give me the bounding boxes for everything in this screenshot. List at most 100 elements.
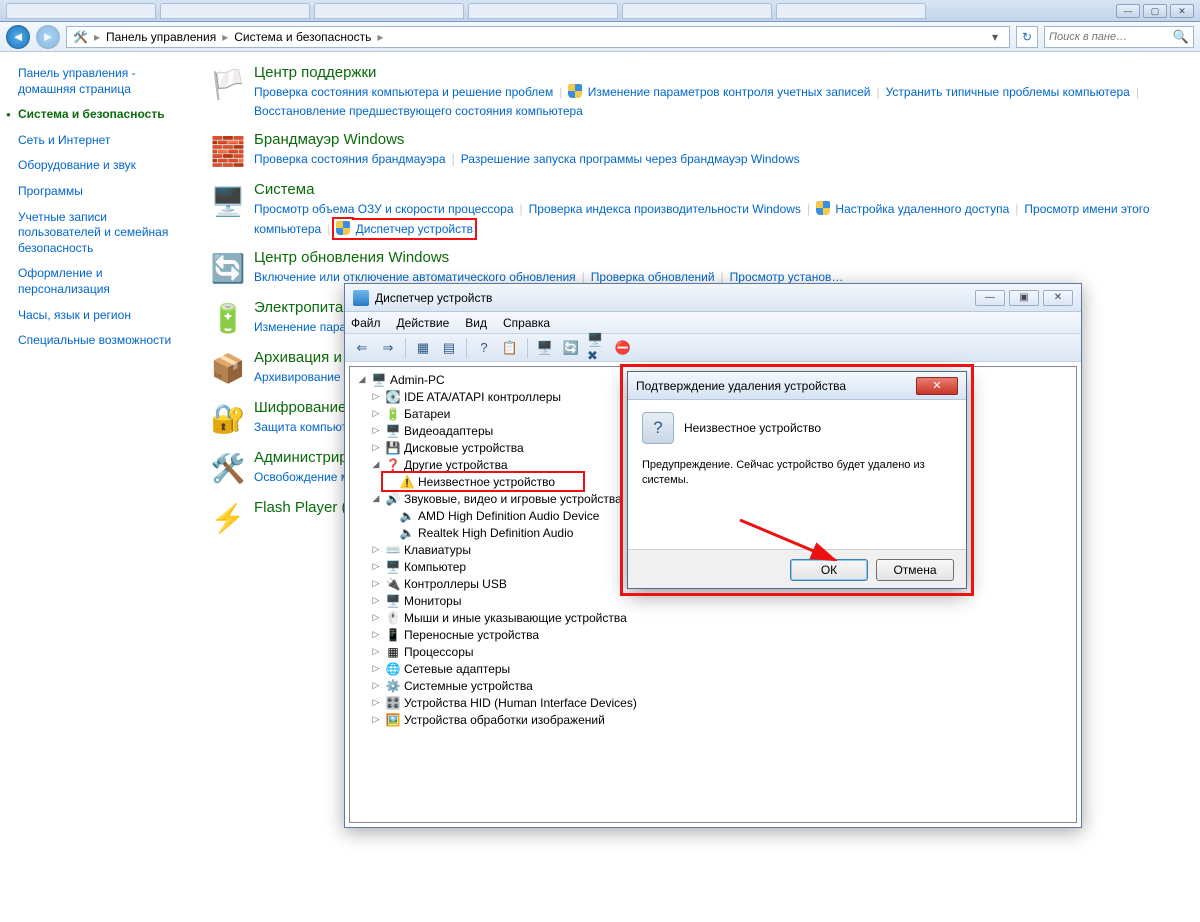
tree-toggle-icon[interactable]: ▷ — [370, 391, 382, 402]
tree-toggle-icon[interactable]: ▷ — [370, 680, 382, 691]
confirm-close-button[interactable]: ✕ — [916, 377, 958, 395]
tb-back-icon[interactable]: ⇐ — [351, 337, 373, 359]
browser-tab[interactable] — [468, 3, 618, 19]
tree-toggle-icon[interactable]: ◢ — [370, 459, 382, 470]
tb-details-icon[interactable]: ▤ — [438, 337, 460, 359]
window-close-button[interactable]: ✕ — [1170, 4, 1194, 18]
tree-toggle-icon[interactable]: ▷ — [370, 578, 382, 589]
device-icon: 🔈 — [399, 508, 415, 524]
sidebar-item[interactable]: Программы — [18, 184, 190, 200]
tb-help-icon[interactable]: ? — [473, 337, 495, 359]
sidebar-item[interactable]: Система и безопасность — [18, 107, 190, 123]
tree-toggle-icon[interactable]: ▷ — [370, 697, 382, 708]
category-icon: 🧱 — [208, 131, 248, 171]
tb-properties-icon[interactable]: 📋 — [499, 337, 521, 359]
tree-toggle-icon[interactable]: ▷ — [370, 595, 382, 606]
category-title[interactable]: Центр обновления Windows — [254, 249, 1192, 266]
category-link[interactable]: Устранить типичные проблемы компьютера — [886, 85, 1130, 99]
tree-node[interactable]: ▷🖥️Мониторы — [370, 592, 1074, 609]
tb-uninstall-icon[interactable]: 🖥️✖ — [586, 337, 608, 359]
confirm-ok-button[interactable]: ОК — [790, 559, 868, 581]
category-link[interactable]: Изменение параметров контроля учетных за… — [568, 85, 870, 99]
tree-toggle-icon[interactable]: ◢ — [370, 493, 382, 504]
tree-node-label: Сетевые адаптеры — [404, 662, 510, 676]
category-link[interactable]: Разрешение запуска программы через бранд… — [461, 152, 800, 166]
category-title[interactable]: Центр поддержки — [254, 64, 1192, 81]
confirm-titlebar[interactable]: Подтверждение удаления устройства ✕ — [628, 372, 966, 400]
tb-disable-icon[interactable]: ⛔ — [612, 337, 634, 359]
tree-node[interactable]: ▷🖼️Устройства обработки изображений — [370, 711, 1074, 728]
tree-toggle-icon[interactable]: ▷ — [370, 629, 382, 640]
tree-node-label: Компьютер — [404, 560, 466, 574]
tree-toggle-icon[interactable]: ▷ — [370, 408, 382, 419]
search-input[interactable] — [1049, 31, 1169, 43]
window-maximize-button[interactable]: ▢ — [1143, 4, 1167, 18]
tree-toggle-icon[interactable]: ▷ — [370, 544, 382, 555]
browser-tab[interactable] — [6, 3, 156, 19]
tree-node[interactable]: ▷📱Переносные устройства — [370, 626, 1074, 643]
category-link[interactable]: Включение или отключение автоматического… — [254, 270, 576, 284]
search-box[interactable]: 🔍 — [1044, 26, 1194, 48]
category-link[interactable]: Диспетчер устройств — [336, 222, 473, 236]
browser-tab[interactable] — [776, 3, 926, 19]
window-minimize-button[interactable]: — — [1116, 4, 1140, 18]
address-bar[interactable]: 🛠️ ▸ Панель управления ▸ Система и безоп… — [66, 26, 1010, 48]
dm-minimize-button[interactable]: — — [975, 290, 1005, 306]
category-link[interactable]: Просмотр объема ОЗУ и скорости процессор… — [254, 202, 514, 216]
tree-toggle-icon[interactable]: ▷ — [370, 646, 382, 657]
tree-toggle-icon[interactable]: ▷ — [370, 612, 382, 623]
address-dropdown-icon[interactable]: ▾ — [987, 30, 1003, 44]
sidebar-item[interactable]: Специальные возможности — [18, 333, 190, 349]
tree-toggle-icon[interactable]: ▷ — [370, 442, 382, 453]
breadcrumb-item[interactable]: Система и безопасность — [234, 30, 371, 44]
search-icon[interactable]: 🔍 — [1173, 29, 1189, 45]
tb-scan-icon[interactable]: 🖥️ — [534, 337, 556, 359]
tree-node[interactable]: ▷🌐Сетевые адаптеры — [370, 660, 1074, 677]
confirm-cancel-button[interactable]: Отмена — [876, 559, 954, 581]
sidebar-item[interactable]: Сеть и Интернет — [18, 133, 190, 149]
category-link[interactable]: Проверка состояния брандмауэра — [254, 152, 446, 166]
sidebar-item[interactable]: Панель управления - домашняя страница — [18, 66, 190, 97]
sidebar-item[interactable]: Часы, язык и регион — [18, 308, 190, 324]
tb-view-icon[interactable]: ▦ — [412, 337, 434, 359]
tree-toggle-icon[interactable]: ▷ — [370, 425, 382, 436]
category-link[interactable]: Проверка состояния компьютера и решение … — [254, 85, 553, 99]
menu-help[interactable]: Справка — [503, 316, 550, 330]
category-title[interactable]: Брандмауэр Windows — [254, 131, 1192, 148]
category-title[interactable]: Система — [254, 181, 1192, 198]
category-link[interactable]: Настройка удаленного доступа — [816, 202, 1009, 216]
tree-node[interactable]: ▷⚙️Системные устройства — [370, 677, 1074, 694]
tree-toggle-icon[interactable]: ▷ — [370, 714, 382, 725]
tree-toggle-icon[interactable]: ▷ — [370, 561, 382, 572]
category-link[interactable]: Проверка индекса производительности Wind… — [529, 202, 801, 216]
browser-tab[interactable] — [160, 3, 310, 19]
menu-action[interactable]: Действие — [397, 316, 450, 330]
tree-node-label: Дисковые устройства — [404, 441, 524, 455]
sidebar-item[interactable]: Оборудование и звук — [18, 158, 190, 174]
category-link[interactable]: Восстановление предшествующего состояния… — [254, 104, 583, 118]
category: 🧱 Брандмауэр Windows Проверка состояния бр… — [208, 131, 1192, 171]
tb-update-icon[interactable]: 🔄 — [560, 337, 582, 359]
tree-toggle-icon[interactable]: ▷ — [370, 663, 382, 674]
tree-toggle-icon[interactable]: ◢ — [356, 374, 368, 385]
tree-node[interactable]: ▷🎛️Устройства HID (Human Interface Devic… — [370, 694, 1074, 711]
breadcrumb-item[interactable]: Панель управления — [106, 30, 216, 44]
browser-tab[interactable] — [314, 3, 464, 19]
tb-forward-icon[interactable]: ⇒ — [377, 337, 399, 359]
category-link[interactable]: Просмотр установ… — [730, 270, 844, 284]
sidebar-item[interactable]: Оформление и персонализация — [18, 266, 190, 297]
tree-node[interactable]: ▷▦Процессоры — [370, 643, 1074, 660]
tree-node[interactable]: ▷🖱️Мыши и иные указывающие устройства — [370, 609, 1074, 626]
device-icon: 🌐 — [385, 661, 401, 677]
browser-tab[interactable] — [622, 3, 772, 19]
category-link[interactable]: Проверка обновлений — [591, 270, 715, 284]
dm-close-button[interactable]: ✕ — [1043, 290, 1073, 306]
dm-maximize-button[interactable]: ▣ — [1009, 290, 1039, 306]
refresh-button[interactable]: ↻ — [1016, 26, 1038, 48]
nav-back-button[interactable]: ◄ — [6, 25, 30, 49]
dm-titlebar[interactable]: Диспетчер устройств — ▣ ✕ — [345, 284, 1081, 312]
sidebar-item[interactable]: Учетные записи пользователей и семейная … — [18, 210, 190, 257]
nav-forward-button[interactable]: ► — [36, 25, 60, 49]
menu-view[interactable]: Вид — [465, 316, 487, 330]
menu-file[interactable]: Файл — [351, 316, 381, 330]
